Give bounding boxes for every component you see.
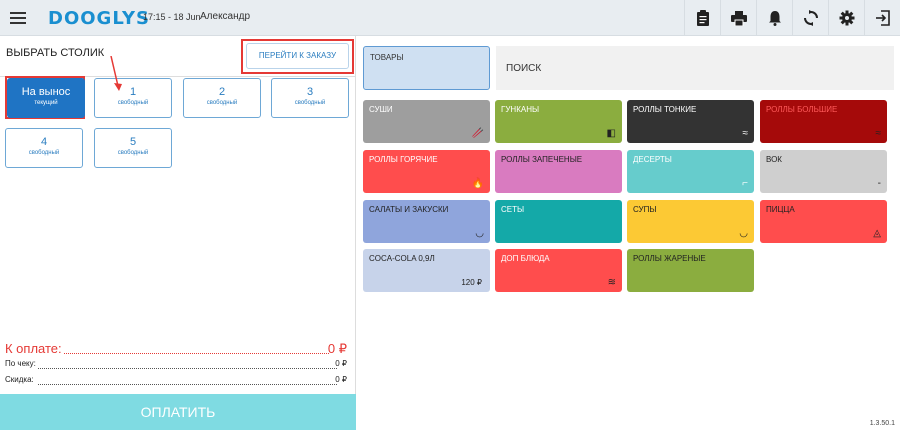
- category-sushi[interactable]: СУШИ 🥢: [363, 100, 490, 143]
- category-label: РОЛЛЫ ГОРЯЧИЕ: [369, 155, 438, 164]
- table-5[interactable]: 5 свободный: [94, 128, 172, 168]
- hamburger-menu-icon[interactable]: [8, 9, 28, 27]
- table-3[interactable]: 3 свободный: [271, 78, 349, 118]
- clipboard-icon[interactable]: [684, 0, 720, 36]
- discount-value: 0 ₽: [335, 375, 347, 384]
- table-4[interactable]: 4 свободный: [5, 128, 83, 168]
- gunkan-icon: ◧: [606, 128, 616, 139]
- table-status: текущий: [34, 100, 58, 106]
- table-label: 3: [306, 86, 314, 98]
- annotation-arrow: [110, 56, 122, 91]
- goto-order-button[interactable]: ПЕРЕЙТИ К ЗАКАЗУ: [246, 43, 349, 69]
- toolbar-icons: [684, 0, 900, 36]
- table-label: 2: [218, 86, 226, 98]
- waves-icon: ≋: [607, 277, 616, 288]
- category-label: САЛАТЫ И ЗАКУСКИ: [369, 205, 449, 214]
- category-label: ДОП БЛЮДА: [501, 254, 550, 263]
- category-label: РОЛЛЫ ТОНКИЕ: [633, 105, 697, 114]
- to-pay-label: К оплате:: [5, 341, 62, 356]
- table-status: свободный: [28, 150, 60, 156]
- table-status: свободный: [117, 150, 149, 156]
- dessert-icon: ⌐: [742, 178, 748, 189]
- by-check-leader: [38, 368, 337, 369]
- logout-icon[interactable]: [864, 0, 900, 36]
- table-takeaway[interactable]: На вынос текущий: [7, 78, 85, 118]
- category-desserts[interactable]: ДЕСЕРТЫ ⌐: [627, 150, 754, 193]
- to-pay-value: 0 ₽: [327, 341, 347, 356]
- rolls-icon: ≈: [742, 128, 749, 139]
- choose-table-title: ВЫБРАТЬ СТОЛИК: [6, 47, 105, 59]
- rolls-icon: ≈: [875, 128, 882, 139]
- to-pay-leader: [64, 353, 329, 354]
- category-label: ГУНКАНЫ: [501, 105, 540, 114]
- pizza-icon: ◬: [873, 228, 881, 239]
- by-check-label: По чеку:: [5, 359, 36, 368]
- top-bar: DOOGLYS 17:15 - 18 Jun Александр: [0, 0, 900, 36]
- table-status: свободный: [294, 100, 326, 106]
- app-version: 1.3.50.1: [869, 420, 895, 427]
- table-status: свободный: [117, 100, 149, 106]
- pay-button[interactable]: ОПЛАТИТЬ: [0, 394, 356, 430]
- wok-icon: -: [877, 178, 881, 189]
- table-label: 5: [129, 136, 137, 148]
- category-label: РОЛЛЫ ЖАРЕНЫЕ: [633, 254, 706, 263]
- user-name: Александр: [200, 11, 251, 22]
- printer-icon[interactable]: [720, 0, 756, 36]
- goods-button[interactable]: ТОВАРЫ: [363, 46, 490, 90]
- category-label: РОЛЛЫ БОЛЬШИЕ: [766, 105, 838, 114]
- category-hot-rolls[interactable]: РОЛЛЫ ГОРЯЧИЕ 🔥: [363, 150, 490, 193]
- table-label: На вынос: [21, 86, 71, 98]
- category-label: ВОК: [766, 155, 782, 164]
- bell-icon[interactable]: [756, 0, 792, 36]
- category-label: ПИЦЦА: [766, 205, 795, 214]
- category-label: СУШИ: [369, 105, 393, 114]
- table-2[interactable]: 2 свободный: [183, 78, 261, 118]
- table-selection-panel: ВЫБРАТЬ СТОЛИК ПЕРЕЙТИ К ЗАКАЗУ На вынос…: [0, 36, 356, 430]
- product-label: COCA-COLA 0,9Л: [369, 254, 435, 263]
- app-logo: DOOGLYS: [48, 8, 150, 29]
- category-fried-rolls[interactable]: РОЛЛЫ ЖАРЕНЫЕ: [627, 249, 754, 292]
- menu-panel: ТОВАРЫ СУШИ 🥢 ГУНКАНЫ ◧ РОЛЛЫ ТОНКИЕ ≈ Р…: [357, 36, 900, 430]
- search-input[interactable]: [496, 46, 894, 90]
- category-thin-rolls[interactable]: РОЛЛЫ ТОНКИЕ ≈: [627, 100, 754, 143]
- category-label: СЕТЫ: [501, 205, 525, 214]
- category-sets[interactable]: СЕТЫ: [495, 200, 622, 243]
- product-price: 120 ₽: [461, 278, 482, 287]
- table-label: 4: [40, 136, 48, 148]
- category-big-rolls[interactable]: РОЛЛЫ БОЛЬШИЕ ≈: [760, 100, 887, 143]
- category-wok[interactable]: ВОК -: [760, 150, 887, 193]
- category-label: СУПЫ: [633, 205, 657, 214]
- table-status: свободный: [206, 100, 238, 106]
- discount-label: Скидка:: [5, 375, 34, 384]
- category-label: ДЕСЕРТЫ: [633, 155, 672, 164]
- category-gunkan[interactable]: ГУНКАНЫ ◧: [495, 100, 622, 143]
- category-salads[interactable]: САЛАТЫ И ЗАКУСКИ ◡: [363, 200, 490, 243]
- fire-icon: 🔥: [471, 178, 484, 189]
- bowl-icon: ◡: [475, 228, 484, 239]
- gear-icon[interactable]: [828, 0, 864, 36]
- by-check-value: 0 ₽: [335, 359, 347, 368]
- category-extra-dishes[interactable]: ДОП БЛЮДА ≋: [495, 249, 622, 292]
- shift-datetime: 17:15 - 18 Jun: [143, 12, 201, 22]
- sync-icon[interactable]: [792, 0, 828, 36]
- discount-leader: [38, 384, 337, 385]
- soup-icon: ◡: [739, 228, 748, 239]
- category-label: РОЛЛЫ ЗАПЕЧЕНЫЕ: [501, 155, 583, 164]
- product-coca-cola[interactable]: COCA-COLA 0,9Л 120 ₽: [363, 249, 490, 292]
- category-soups[interactable]: СУПЫ ◡: [627, 200, 754, 243]
- chopsticks-icon: 🥢: [471, 128, 484, 139]
- category-pizza[interactable]: ПИЦЦА ◬: [760, 200, 887, 243]
- category-baked-rolls[interactable]: РОЛЛЫ ЗАПЕЧЕНЫЕ: [495, 150, 622, 193]
